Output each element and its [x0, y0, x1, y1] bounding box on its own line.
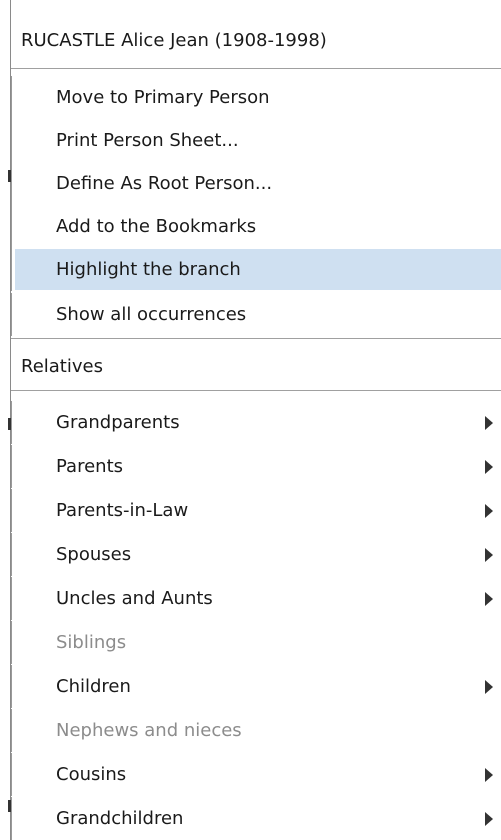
menu-item-label: Print Person Sheet... [56, 130, 239, 151]
person-name-header: RUCASTLE Alice Jean (1908-1998) [21, 30, 327, 51]
menu-item-label: Move to Primary Person [56, 87, 270, 108]
menu-item-show-all-occurrences[interactable]: Show all occurrences [11, 293, 501, 336]
submenu-arrow-icon [485, 416, 493, 430]
menu-item-define-as-root-person[interactable]: Define As Root Person... [11, 162, 501, 205]
menu-item-label: Spouses [56, 544, 132, 565]
menu-item-label: Nephews and nieces [56, 720, 242, 741]
menu-separator [11, 390, 501, 391]
menu-item-parents[interactable]: Parents [11, 445, 501, 488]
menu-item-print-person-sheet[interactable]: Print Person Sheet... [11, 119, 501, 162]
submenu-arrow-icon [485, 680, 493, 694]
menu-item-parents-in-law[interactable]: Parents-in-Law [11, 489, 501, 532]
menu-item-label: Uncles and Aunts [56, 588, 213, 609]
submenu-arrow-icon [485, 768, 493, 782]
menu-item-add-to-bookmarks[interactable]: Add to the Bookmarks [11, 205, 501, 248]
menu-item-label: Highlight the branch [56, 259, 241, 280]
menu-item-highlight-the-branch[interactable]: Highlight the branch [11, 248, 501, 291]
menu-item-label: Parents [56, 456, 123, 477]
menu-item-uncles-and-aunts[interactable]: Uncles and Aunts [11, 577, 501, 620]
menu-item-label: Siblings [56, 632, 127, 653]
menu-item-label: Grandparents [56, 412, 180, 433]
menu-item-grandchildren[interactable]: Grandchildren [11, 797, 501, 840]
menu-item-label: Parents-in-Law [56, 500, 189, 521]
submenu-arrow-icon [485, 548, 493, 562]
menu-item-label: Grandchildren [56, 808, 184, 829]
submenu-arrow-icon [485, 592, 493, 606]
submenu-arrow-icon [485, 460, 493, 474]
menu-item-label: Define As Root Person... [56, 173, 273, 194]
relatives-section-header: Relatives [21, 356, 103, 377]
menu-item-spouses[interactable]: Spouses [11, 533, 501, 576]
menu-item-cousins[interactable]: Cousins [11, 753, 501, 796]
submenu-arrow-icon [485, 812, 493, 826]
menu-item-label: Add to the Bookmarks [56, 216, 257, 237]
menu-item-label: Cousins [56, 764, 127, 785]
submenu-arrow-icon [485, 504, 493, 518]
menu-item-move-to-primary-person[interactable]: Move to Primary Person [11, 76, 501, 119]
menu-item-children[interactable]: Children [11, 665, 501, 708]
menu-item-label: Show all occurrences [56, 304, 247, 325]
menu-item-grandparents[interactable]: Grandparents [11, 401, 501, 444]
context-menu: RUCASTLE Alice Jean (1908-1998) Move to … [11, 0, 501, 840]
menu-item-siblings: Siblings [11, 621, 501, 664]
menu-separator [11, 338, 501, 339]
menu-separator [11, 68, 501, 69]
menu-item-nephews-and-nieces: Nephews and nieces [11, 709, 501, 752]
menu-item-label: Children [56, 676, 131, 697]
